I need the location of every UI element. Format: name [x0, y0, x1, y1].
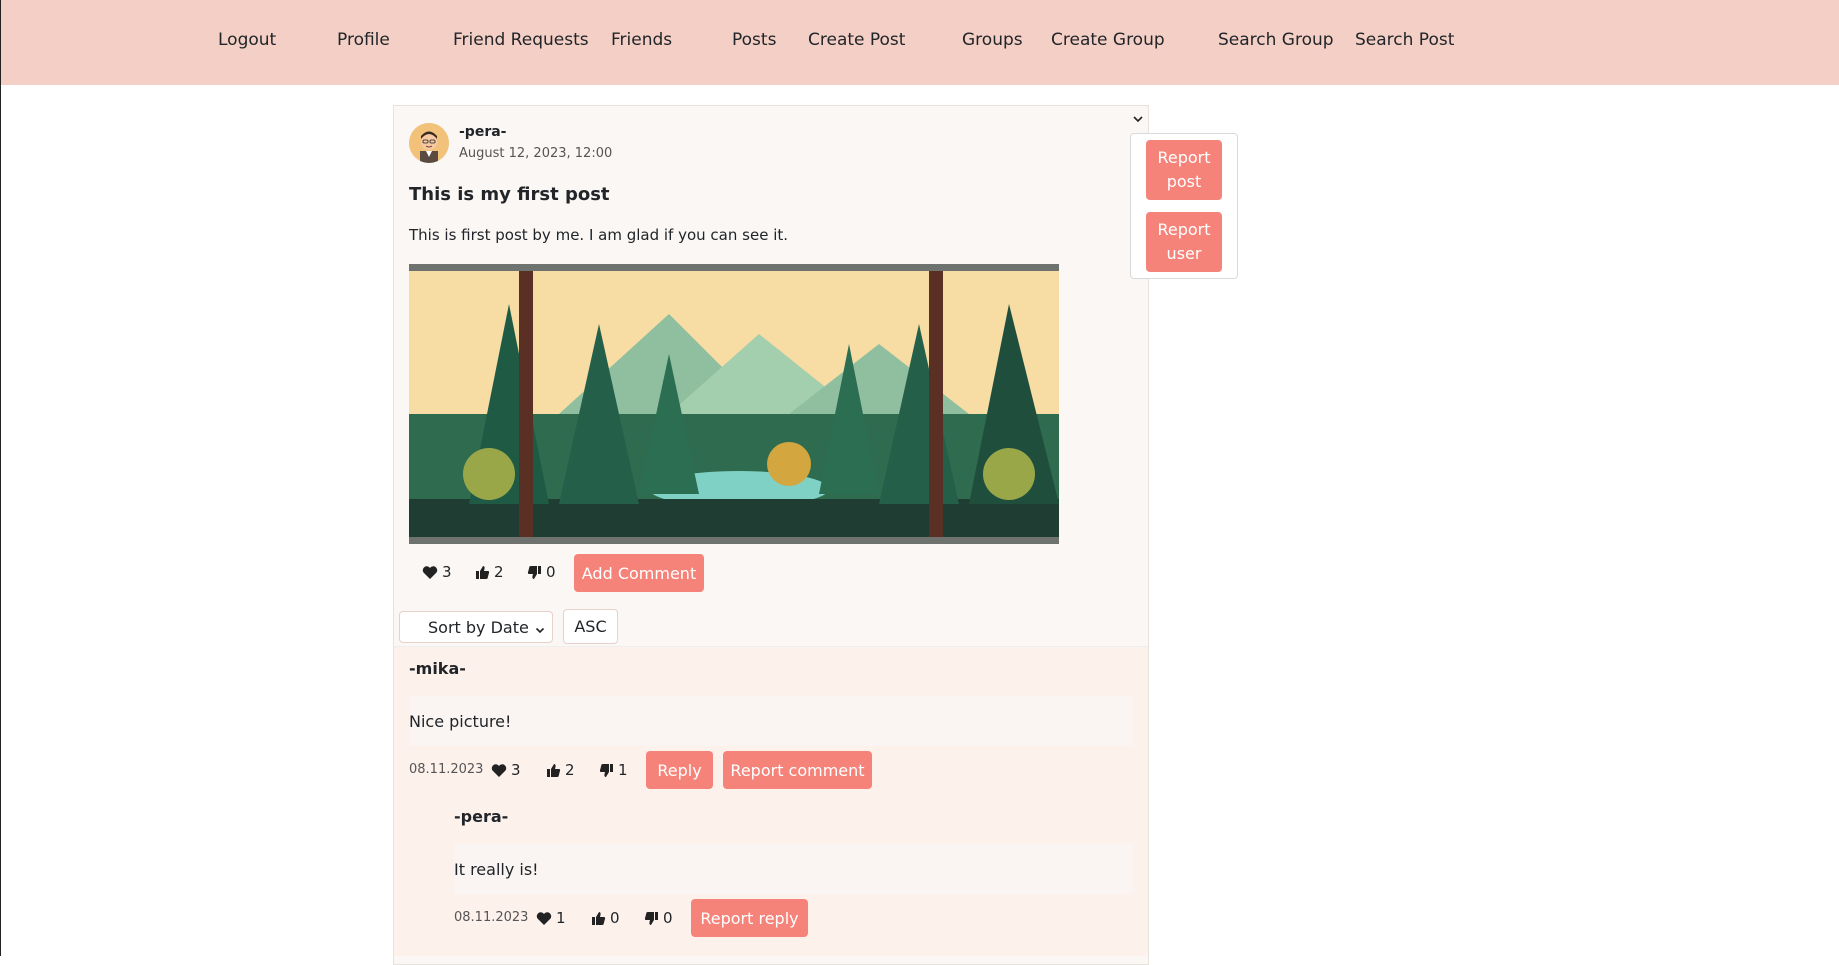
comment-like-reaction[interactable]: 2	[546, 761, 575, 779]
post-image	[409, 264, 1059, 544]
reply-text: It really is!	[454, 859, 539, 879]
nav-search-group[interactable]: Search Group	[1218, 30, 1334, 50]
comment-text-box: Nice picture!	[409, 696, 1133, 746]
sort-select[interactable]: Sort by Date	[399, 611, 553, 643]
reply-author[interactable]: -pera-	[454, 807, 508, 826]
reply-date: 08.11.2023	[454, 910, 529, 925]
thumbs-down-icon	[599, 763, 613, 777]
reply-like-count: 0	[610, 909, 620, 927]
reply-dislike-reaction[interactable]: 0	[644, 909, 673, 927]
heart-icon	[536, 911, 552, 925]
page-border	[0, 0, 1, 956]
report-user-button[interactable]: Report user	[1146, 212, 1222, 272]
post-dislike-count: 0	[546, 563, 556, 581]
comment-heart-reaction[interactable]: 3	[491, 761, 521, 779]
post-title: This is my first post	[409, 184, 610, 205]
reply-button[interactable]: Reply	[646, 751, 713, 789]
comment-dislike-count: 1	[618, 761, 628, 779]
author-avatar[interactable]	[409, 123, 449, 163]
comment-like-count: 2	[565, 761, 575, 779]
post-date: August 12, 2023, 12:00	[459, 146, 613, 161]
comment-text: Nice picture!	[409, 711, 512, 731]
post-heart-count: 3	[442, 563, 452, 581]
report-comment-button[interactable]: Report comment	[723, 751, 872, 789]
nav-profile[interactable]: Profile	[337, 30, 390, 50]
post-like-count: 2	[494, 563, 504, 581]
comment-heart-count: 3	[511, 761, 521, 779]
nav-friends[interactable]: Friends	[611, 30, 672, 50]
nav-groups[interactable]: Groups	[962, 30, 1023, 50]
reply-text-box: It really is!	[454, 844, 1133, 894]
add-comment-button[interactable]: Add Comment	[574, 554, 704, 592]
thumbs-up-icon	[547, 763, 561, 777]
reply-heart-reaction[interactable]: 1	[536, 909, 566, 927]
nav-posts[interactable]: Posts	[732, 30, 776, 50]
reply-like-reaction[interactable]: 0	[591, 909, 620, 927]
comment-dislike-reaction[interactable]: 1	[599, 761, 628, 779]
sort-order-button[interactable]: ASC	[563, 609, 618, 644]
reply-dislike-count: 0	[663, 909, 673, 927]
nav-friend-requests[interactable]: Friend Requests	[453, 30, 589, 50]
heart-icon	[422, 565, 438, 579]
nav-create-post[interactable]: Create Post	[808, 30, 905, 50]
reply-heart-count: 1	[556, 909, 566, 927]
nav-logout[interactable]: Logout	[218, 30, 276, 50]
comment-author[interactable]: -mika-	[409, 659, 466, 678]
heart-icon	[491, 763, 507, 777]
comment-date: 08.11.2023	[409, 762, 484, 777]
nav-search-post[interactable]: Search Post	[1355, 30, 1454, 50]
chevron-down-icon	[534, 621, 546, 640]
thumbs-up-icon	[592, 911, 606, 925]
report-reply-button[interactable]: Report reply	[691, 899, 808, 937]
post-dislike-reaction[interactable]: 0	[527, 563, 556, 581]
thumbs-up-icon	[476, 565, 490, 579]
post-heart-reaction[interactable]: 3	[422, 563, 452, 581]
sort-selected-value: Sort by Date	[428, 617, 529, 637]
nav-create-group[interactable]: Create Group	[1051, 30, 1165, 50]
thumbs-down-icon	[527, 565, 541, 579]
top-navbar: Logout Profile Friend Requests Friends P…	[1, 0, 1839, 85]
post-like-reaction[interactable]: 2	[475, 563, 504, 581]
post-options-chevron-icon[interactable]	[1131, 111, 1145, 125]
report-post-button[interactable]: Report post	[1146, 140, 1222, 200]
post-author[interactable]: -pera-	[459, 124, 507, 140]
thumbs-down-icon	[644, 911, 658, 925]
post-body: This is first post by me. I am glad if y…	[409, 226, 789, 244]
